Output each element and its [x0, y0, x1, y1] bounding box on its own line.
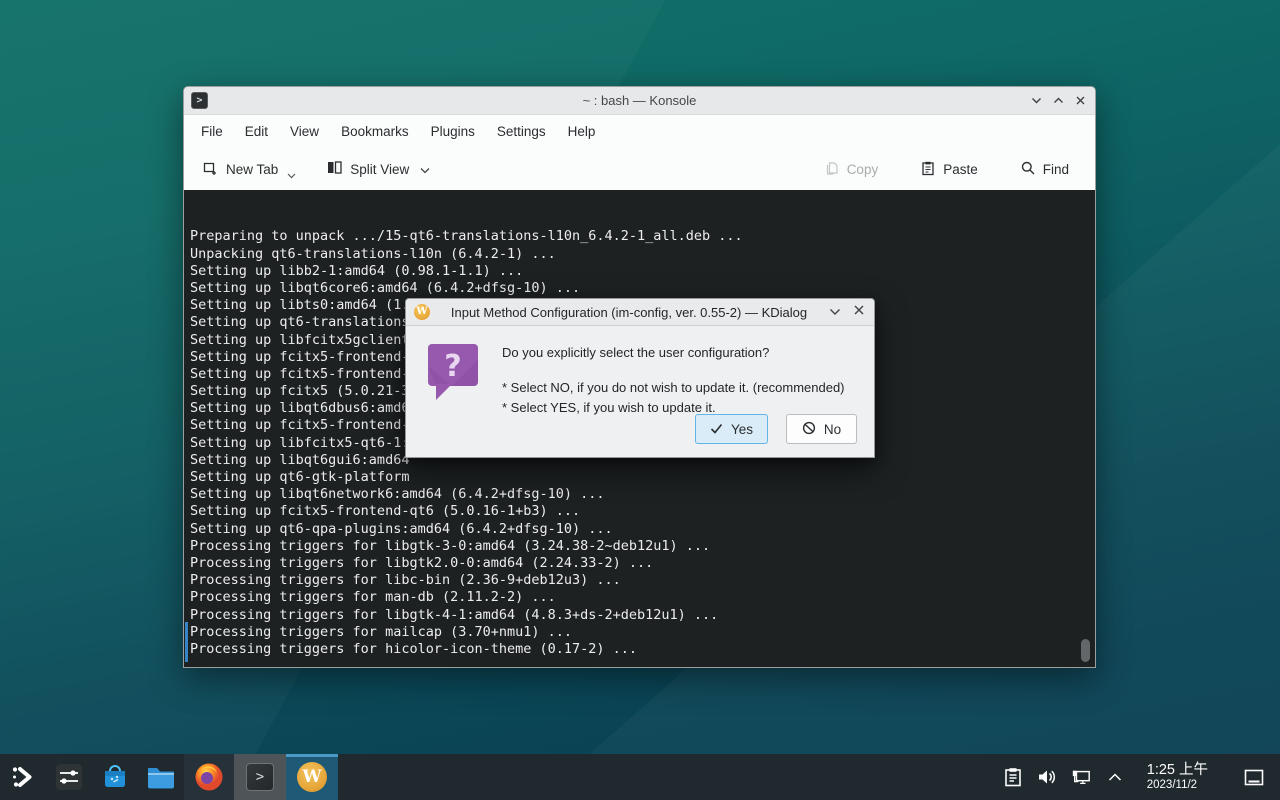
- konsole-titlebar[interactable]: > ~ : bash — Konsole: [184, 87, 1095, 115]
- new-tab-button[interactable]: New Tab: [194, 150, 304, 189]
- clock-date: 2023/11/2: [1147, 779, 1208, 791]
- paste-button[interactable]: Paste: [912, 153, 986, 186]
- window-title: ~ : bash — Konsole: [184, 93, 1095, 108]
- checkmark-icon: [710, 422, 723, 437]
- menu-file[interactable]: File: [190, 119, 234, 144]
- terminal-scrollbar[interactable]: [1081, 639, 1090, 662]
- maximize-button[interactable]: [1052, 94, 1065, 107]
- terminal-line: Setting up libqt6network6:amd64 (6.4.2+d…: [190, 486, 1095, 503]
- new-output-marker: [185, 622, 188, 662]
- expand-tray-chevron-up-icon[interactable]: [1105, 767, 1125, 787]
- chevron-down-icon: [420, 162, 430, 177]
- dialog-question: Do you explicitly select the user config…: [502, 345, 858, 360]
- question-icon: ?: [424, 342, 482, 415]
- terminal-line: Setting up qt6-gtk-platform: [190, 469, 1095, 486]
- find-button[interactable]: Find: [1012, 153, 1077, 186]
- firefox-task[interactable]: [184, 754, 234, 800]
- terminal-line: Processing triggers for libgtk2.0-0:amd6…: [190, 555, 1095, 572]
- show-desktop-button[interactable]: [1244, 767, 1264, 787]
- terminal-line: Setting up fcitx5-frontend-qt6 (5.0.16-1…: [190, 503, 1095, 520]
- terminal-line: Processing triggers for libc-bin (2.36-9…: [190, 572, 1095, 589]
- app-launcher-button[interactable]: [0, 754, 46, 800]
- terminal-line: Processing triggers for libgtk-3-0:amd64…: [190, 538, 1095, 555]
- volume-icon[interactable]: [1037, 767, 1057, 787]
- menu-help[interactable]: Help: [557, 119, 607, 144]
- terminal-line: Setting up libb2-1:amd64 (0.98.1-1.1) ..…: [190, 263, 1095, 280]
- terminal-line: Setting up qt6-qpa-plugins:amd64 (6.4.2+…: [190, 521, 1095, 538]
- chevron-down-icon: [287, 167, 296, 182]
- new-tab-label: New Tab: [226, 162, 278, 177]
- split-view-button[interactable]: Split View: [318, 152, 438, 186]
- kdialog-task[interactable]: W: [286, 754, 338, 800]
- im-config-icon: W: [414, 304, 430, 320]
- menu-view[interactable]: View: [279, 119, 330, 144]
- close-icon[interactable]: [853, 303, 865, 321]
- system-tray: 1:25 上午 2023/11/2: [1003, 763, 1280, 791]
- desktop: > ~ : bash — Konsole File Edit View Book…: [0, 0, 1280, 800]
- copy-button: Copy: [816, 153, 887, 186]
- no-label: No: [824, 422, 841, 437]
- terminal-line: Processing triggers for libgtk-4-1:amd64…: [190, 607, 1095, 624]
- firefox-icon: [194, 762, 224, 792]
- digital-clock[interactable]: 1:25 上午 2023/11/2: [1147, 763, 1208, 791]
- terminal-line: Unpacking qt6-translations-l10n (6.4.2-1…: [190, 246, 1095, 263]
- terminal-line: Setting up libqt6core6:amd64 (6.4.2+dfsg…: [190, 280, 1095, 297]
- dolphin-launcher[interactable]: [138, 754, 184, 800]
- im-config-icon: W: [297, 762, 327, 792]
- plasma-kickoff-icon: [10, 764, 36, 790]
- terminal-line: Preparing to unpack .../15-qt6-translati…: [190, 228, 1095, 245]
- kdialog-window: W Input Method Configuration (im-config,…: [405, 298, 875, 458]
- yes-label: Yes: [731, 422, 753, 437]
- taskbar: > W 1:25 上午 2023/11/2: [0, 754, 1280, 800]
- menu-settings[interactable]: Settings: [486, 119, 557, 144]
- terminal-line: Processing triggers for hicolor-icon-the…: [190, 641, 1095, 658]
- more-actions-icon[interactable]: [829, 303, 841, 321]
- dialog-option-yes: * Select YES, if you wish to update it.: [502, 400, 858, 415]
- search-icon: [1020, 160, 1036, 179]
- konsole-icon: >: [246, 763, 274, 791]
- kdialog-titlebar[interactable]: W Input Method Configuration (im-config,…: [406, 299, 874, 326]
- yes-button[interactable]: Yes: [695, 414, 768, 444]
- no-button[interactable]: No: [786, 414, 857, 444]
- clipboard-icon[interactable]: [1003, 767, 1023, 787]
- copy-label: Copy: [847, 162, 879, 177]
- discover-launcher[interactable]: [92, 754, 138, 800]
- konsole-task[interactable]: >: [234, 754, 286, 800]
- kdialog-title: Input Method Configuration (im-config, v…: [436, 305, 822, 320]
- find-label: Find: [1043, 162, 1069, 177]
- split-view-icon: [326, 159, 343, 179]
- paste-label: Paste: [943, 162, 978, 177]
- prohibition-icon: [802, 421, 816, 438]
- konsole-app-icon: >: [191, 92, 208, 109]
- terminal-line: Processing triggers for mailcap (3.70+nm…: [190, 624, 1095, 641]
- folder-icon: [146, 764, 176, 790]
- network-icon[interactable]: [1071, 767, 1091, 787]
- discover-bag-icon: [101, 763, 129, 791]
- menu-edit[interactable]: Edit: [234, 119, 279, 144]
- menu-bookmarks[interactable]: Bookmarks: [330, 119, 420, 144]
- konsole-menubar: File Edit View Bookmarks Plugins Setting…: [184, 115, 1095, 148]
- dialog-option-no: * Select NO, if you do not wish to updat…: [502, 380, 858, 395]
- system-settings-launcher[interactable]: [46, 754, 92, 800]
- close-button[interactable]: [1074, 94, 1087, 107]
- settings-sliders-icon: [55, 763, 83, 791]
- konsole-toolbar: New Tab Split View: [184, 148, 1095, 190]
- split-view-label: Split View: [350, 162, 409, 177]
- new-tab-icon: [202, 159, 219, 179]
- terminal-line: Processing triggers for man-db (2.11.2-2…: [190, 589, 1095, 606]
- copy-icon: [824, 160, 840, 179]
- clock-time: 1:25 上午: [1147, 763, 1208, 779]
- menu-plugins[interactable]: Plugins: [420, 119, 486, 144]
- minimize-button[interactable]: [1030, 94, 1043, 107]
- paste-icon: [920, 160, 936, 179]
- svg-text:?: ?: [444, 349, 461, 384]
